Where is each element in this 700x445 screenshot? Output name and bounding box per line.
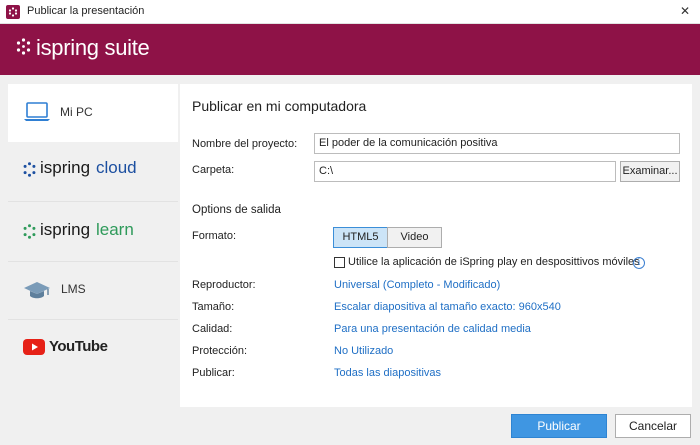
format-label: Formato: (192, 230, 237, 242)
ispring-cloud-word: ispring (40, 158, 91, 177)
window-titlebar: Publicar la presentación ✕ (0, 0, 700, 24)
ispring-flower-icon (23, 224, 36, 239)
browse-button[interactable]: Examinar... (620, 161, 680, 182)
output-options-heading: Options de salida (192, 204, 281, 216)
mobile-app-checkbox[interactable] (334, 257, 345, 268)
folder-label: Carpeta: (192, 164, 235, 176)
sidebar-item-label: Mi PC (60, 105, 93, 119)
publish-scope-link[interactable]: Todas las diapositivas (334, 367, 441, 379)
brand-header: ispring suite (0, 24, 700, 75)
youtube-wordmark: YouTube (49, 338, 108, 355)
protection-label: Protección: (192, 345, 248, 357)
cancel-button[interactable]: Cancelar (615, 414, 691, 438)
sidebar-item-label: LMS (61, 282, 86, 296)
ispring-learn-word: ispring (40, 220, 91, 239)
ispring-learn-suffix: learn (96, 220, 134, 239)
window-title: Publicar la presentación (27, 5, 145, 17)
publish-destination-sidebar: Mi PC ispring cloud ispring learn LMS Yo… (8, 84, 178, 374)
sidebar-item-youtube[interactable]: YouTube (8, 320, 178, 374)
youtube-play-icon (23, 339, 45, 355)
sidebar-item-ispring-cloud[interactable]: ispring cloud (8, 142, 178, 202)
ispring-cloud-suffix: cloud (96, 158, 137, 177)
size-link[interactable]: Escalar diapositiva al tamaño exacto: 96… (334, 301, 561, 313)
sidebar-item-ispring-learn[interactable]: ispring learn (8, 202, 178, 262)
project-name-label: Nombre del proyecto: (192, 138, 298, 150)
project-name-field[interactable]: El poder de la comunicación positiva (314, 133, 680, 154)
sidebar-item-lms[interactable]: LMS (8, 262, 178, 320)
sidebar-item-my-pc[interactable]: Mi PC (8, 84, 178, 142)
ispring-flower-icon (23, 162, 36, 177)
quality-label: Calidad: (192, 323, 233, 335)
format-video-button[interactable]: Video (387, 227, 442, 248)
page-title: Publicar en mi computadora (192, 98, 367, 114)
ispring-flower-icon (16, 38, 31, 55)
player-label: Reproductor: (192, 279, 256, 291)
laptop-icon (24, 102, 50, 121)
publish-settings-panel: Publicar en mi computadora Nombre del pr… (180, 84, 692, 407)
player-link[interactable]: Universal (Completo - Modificado) (334, 279, 500, 291)
publish-button[interactable]: Publicar (511, 414, 607, 438)
close-icon[interactable]: ✕ (670, 0, 700, 24)
folder-field[interactable]: C:\ (314, 161, 616, 182)
brand-logo-text: ispring suite (36, 35, 150, 60)
info-icon[interactable]: i (633, 257, 645, 269)
mobile-app-checkbox-label: Utilice la aplicación de iSpring play en… (348, 256, 640, 268)
ispring-app-icon (6, 5, 20, 19)
size-label: Tamaño: (192, 301, 235, 313)
publish-scope-label: Publicar: (192, 367, 235, 379)
format-html5-button[interactable]: HTML5 (333, 227, 388, 248)
graduation-cap-icon (24, 282, 50, 299)
protection-link[interactable]: No Utilizado (334, 345, 393, 357)
quality-link[interactable]: Para una presentación de calidad media (334, 323, 531, 335)
